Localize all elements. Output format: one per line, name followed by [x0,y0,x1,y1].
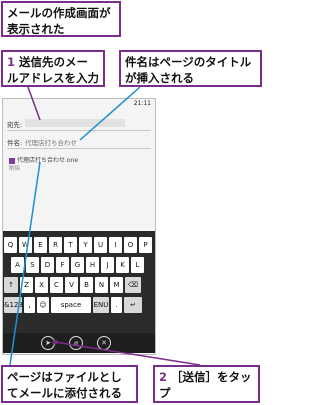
key-[interactable]: ↑ [4,277,18,293]
attachment-remove[interactable]: 削除 [9,164,78,172]
callout-subject-title: 件名はページのタイトルが挿入される [119,50,262,87]
key-X[interactable]: X [35,277,48,293]
key-E[interactable]: E [34,237,47,253]
key-123[interactable]: &123 [4,297,23,313]
key-ENU[interactable]: ENU [93,297,109,313]
key-T[interactable]: T [64,237,77,253]
step-number: 1 [7,55,16,69]
app-bar: ➤ ⌀ ✕ [3,333,155,353]
callout-text: ページはファイルとしてメールに添付される [7,370,122,400]
attach-icon[interactable]: ⌀ [69,336,83,350]
key-N[interactable]: N [95,277,108,293]
key-C[interactable]: C [50,277,63,293]
key-J[interactable]: J [101,257,114,273]
callout-text: 件名はページのタイトルが挿入される [125,55,252,85]
phone-screen: 21:11 宛先: 件名: 代理店打ち合わせ 代理店打ち合わせ.one 削除 Q… [2,98,156,355]
key-B[interactable]: B [80,277,93,293]
status-time: 21:11 [133,100,151,107]
callout-text: ［送信］をタップ [159,370,252,400]
callout-enter-address: 1 送信先のメールアドレスを入力 [1,50,105,87]
key-M[interactable]: M [110,277,123,293]
key-R[interactable]: R [49,237,62,253]
key-L[interactable]: L [131,257,144,273]
key-space[interactable]: space [51,297,91,313]
keyboard: QWERTYUIOP ASDFGHJKL ↑ Z X C V B N M ⌫ &123, ☺ spa… [3,231,155,353]
divider [7,148,151,149]
onenote-file-icon [9,157,15,164]
callout-text: 送信先のメールアドレスを入力 [7,55,99,85]
key-[interactable]: ☺ [37,297,49,313]
callout-page-attached: ページはファイルとしてメールに添付される [1,365,138,403]
key-I[interactable]: I [109,237,122,253]
key-Q[interactable]: Q [4,237,17,253]
send-icon[interactable]: ➤ [41,336,55,350]
key-A[interactable]: A [11,257,24,273]
key-W[interactable]: W [19,237,32,253]
subject-field[interactable]: 代理店打ち合わせ [25,137,77,147]
step-number: 2 [159,370,168,384]
callout-text: メールの作成画面が表示された [7,6,111,36]
key-K[interactable]: K [116,257,129,273]
key-Z[interactable]: Z [20,277,33,293]
key-U[interactable]: U [94,237,107,253]
divider [7,130,151,131]
callout-compose-shown: メールの作成画面が表示された [1,1,121,37]
key-[interactable]: ⌫ [125,277,141,293]
key-S[interactable]: S [26,257,39,273]
attachment[interactable]: 代理店打ち合わせ.one 削除 [9,155,78,172]
to-label: 宛先: [7,121,23,129]
subject-label: 件名: [7,139,23,147]
key-D[interactable]: D [41,257,54,273]
key-F[interactable]: F [56,257,69,273]
key-[interactable]: , [24,297,35,313]
key-P[interactable]: P [139,237,152,253]
key-[interactable]: ↵ [124,297,142,313]
key-O[interactable]: O [124,237,137,253]
discard-icon[interactable]: ✕ [97,336,111,350]
key-Y[interactable]: Y [79,237,92,253]
key-V[interactable]: V [65,277,78,293]
attachment-name: 代理店打ち合わせ.one [17,157,79,164]
to-field[interactable] [25,119,125,127]
callout-tap-send: 2 ［送信］をタップ [153,365,260,403]
key-G[interactable]: G [71,257,84,273]
key-[interactable]: . [111,297,122,313]
key-H[interactable]: H [86,257,99,273]
